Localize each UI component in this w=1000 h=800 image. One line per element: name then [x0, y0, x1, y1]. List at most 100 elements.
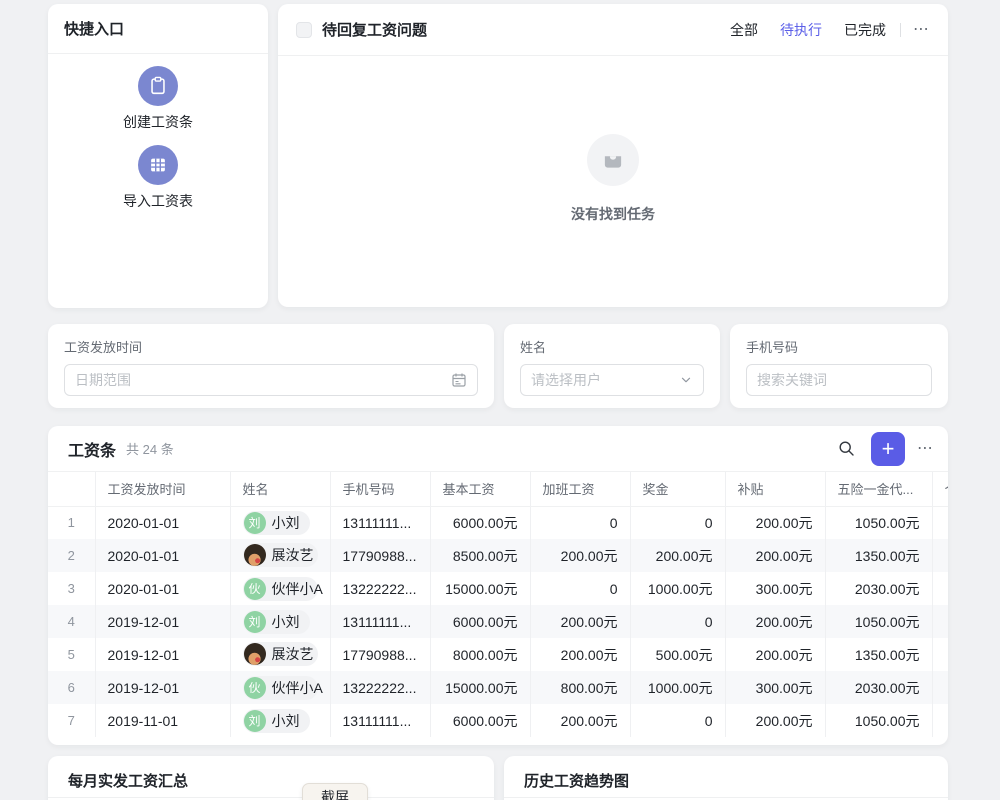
- cell-date[interactable]: 2019-11-01: [95, 704, 230, 737]
- cell-base[interactable]: 15000.00元: [430, 572, 530, 605]
- col-overtime[interactable]: 加班工资: [530, 472, 630, 506]
- tab-pending[interactable]: 待执行: [780, 20, 822, 40]
- cell-base[interactable]: 8000.00元: [430, 638, 530, 671]
- table-row[interactable]: 7 2019-11-01 刘小刘 13111111... 6000.00元 20…: [48, 704, 948, 737]
- cell-overtime[interactable]: 200.00元: [530, 638, 630, 671]
- cell-subsidy[interactable]: 200.00元: [725, 704, 825, 737]
- user-chip[interactable]: 刘小刘: [243, 511, 310, 535]
- cell-phone[interactable]: 13111111...: [330, 605, 430, 638]
- cell-date[interactable]: 2019-12-01: [95, 671, 230, 704]
- user-chip[interactable]: 伙伙伴小A: [243, 577, 318, 601]
- col-name[interactable]: 姓名: [230, 472, 330, 506]
- cell-subsidy[interactable]: 300.00元: [725, 671, 825, 704]
- cell-date[interactable]: 2020-01-01: [95, 572, 230, 605]
- tasks-checkbox[interactable]: [296, 22, 312, 38]
- cell-bonus[interactable]: 1000.00元: [630, 572, 725, 605]
- user-chip[interactable]: 刘小刘: [243, 709, 310, 733]
- cell-phone[interactable]: 17790988...: [330, 638, 430, 671]
- cell-date[interactable]: 2019-12-01: [95, 605, 230, 638]
- col-date[interactable]: 工资发放时间: [95, 472, 230, 506]
- avatar: 刘: [244, 512, 266, 534]
- more-icon[interactable]: ⋯: [913, 22, 930, 38]
- cell-insurance[interactable]: 2030.00元: [825, 671, 932, 704]
- import-salary-table-button[interactable]: 导入工资表: [48, 145, 268, 211]
- col-phone[interactable]: 手机号码: [330, 472, 430, 506]
- cell-insurance[interactable]: 1050.00元: [825, 506, 932, 539]
- cell-subsidy[interactable]: 200.00元: [725, 539, 825, 572]
- cell-date[interactable]: 2020-01-01: [95, 506, 230, 539]
- cell-name[interactable]: 展汝艺: [230, 539, 330, 572]
- table-row[interactable]: 5 2019-12-01 展汝艺 17790988... 8000.00元 20…: [48, 638, 948, 671]
- phone-search-field[interactable]: [757, 372, 921, 388]
- cell-phone[interactable]: 13111111...: [330, 704, 430, 737]
- cell-name[interactable]: 刘小刘: [230, 704, 330, 737]
- cell-bonus[interactable]: 200.00元: [630, 539, 725, 572]
- create-payslip-button[interactable]: 创建工资条: [48, 66, 268, 132]
- search-icon[interactable]: [838, 440, 855, 457]
- cell-name[interactable]: 刘小刘: [230, 506, 330, 539]
- cell-base[interactable]: 6000.00元: [430, 704, 530, 737]
- row-index: 7: [48, 704, 95, 737]
- table-row[interactable]: 2 2020-01-01 展汝艺 17790988... 8500.00元 20…: [48, 539, 948, 572]
- col-base[interactable]: 基本工资: [430, 472, 530, 506]
- table-row[interactable]: 3 2020-01-01 伙伙伴小A 13222222... 15000.00元…: [48, 572, 948, 605]
- table-row[interactable]: 4 2019-12-01 刘小刘 13111111... 6000.00元 20…: [48, 605, 948, 638]
- cell-insurance[interactable]: 1050.00元: [825, 605, 932, 638]
- cell-base[interactable]: 8500.00元: [430, 539, 530, 572]
- cell-subsidy[interactable]: 200.00元: [725, 605, 825, 638]
- user-select[interactable]: 请选择用户: [520, 364, 704, 396]
- cell-subsidy[interactable]: 200.00元: [725, 506, 825, 539]
- user-chip[interactable]: 展汝艺: [243, 642, 318, 666]
- cell-phone[interactable]: 13222222...: [330, 572, 430, 605]
- cell-base[interactable]: 15000.00元: [430, 671, 530, 704]
- cell-bonus[interactable]: 1000.00元: [630, 671, 725, 704]
- user-chip[interactable]: 展汝艺: [243, 543, 318, 567]
- cell-overtime[interactable]: 200.00元: [530, 704, 630, 737]
- table-row[interactable]: 1 2020-01-01 刘小刘 13111111... 6000.00元 0 …: [48, 506, 948, 539]
- cell-bonus[interactable]: 500.00元: [630, 638, 725, 671]
- cell-insurance[interactable]: 2030.00元: [825, 572, 932, 605]
- cell-bonus[interactable]: 0: [630, 704, 725, 737]
- col-bonus[interactable]: 奖金: [630, 472, 725, 506]
- table-row[interactable]: 6 2019-12-01 伙伙伴小A 13222222... 15000.00元…: [48, 671, 948, 704]
- date-range-input[interactable]: [64, 364, 478, 396]
- cell-overtime[interactable]: 0: [530, 506, 630, 539]
- filter-name-label: 姓名: [520, 337, 704, 356]
- calendar-icon[interactable]: [451, 372, 467, 388]
- cell-name[interactable]: 展汝艺: [230, 638, 330, 671]
- screenshot-tooltip[interactable]: 截屏: [302, 783, 368, 800]
- tab-done[interactable]: 已完成: [844, 20, 886, 40]
- cell-overtime[interactable]: 200.00元: [530, 539, 630, 572]
- user-chip[interactable]: 伙伙伴小A: [243, 676, 318, 700]
- trend-chart-title: 历史工资趋势图: [504, 756, 948, 791]
- cell-overtime[interactable]: 800.00元: [530, 671, 630, 704]
- col-insurance[interactable]: 五险一金代...: [825, 472, 932, 506]
- cell-bonus[interactable]: 0: [630, 605, 725, 638]
- payslip-more-icon[interactable]: ⋯: [917, 441, 934, 457]
- cell-subsidy[interactable]: 200.00元: [725, 638, 825, 671]
- cell-overtime[interactable]: 200.00元: [530, 605, 630, 638]
- cell-phone[interactable]: 13111111...: [330, 506, 430, 539]
- cell-name[interactable]: 刘小刘: [230, 605, 330, 638]
- payslip-card: 工资条 共 24 条 + ⋯ 工资发放时间 姓名 手机号码 基本工资: [48, 426, 948, 745]
- cell-phone[interactable]: 17790988...: [330, 539, 430, 572]
- col-subsidy[interactable]: 补贴: [725, 472, 825, 506]
- cell-insurance[interactable]: 1050.00元: [825, 704, 932, 737]
- cell-subsidy[interactable]: 300.00元: [725, 572, 825, 605]
- cell-insurance[interactable]: 1350.00元: [825, 539, 932, 572]
- cell-name[interactable]: 伙伙伴小A: [230, 572, 330, 605]
- phone-search-input[interactable]: [746, 364, 932, 396]
- cell-overtime[interactable]: 0: [530, 572, 630, 605]
- cell-bonus[interactable]: 0: [630, 506, 725, 539]
- cell-insurance[interactable]: 1350.00元: [825, 638, 932, 671]
- cell-base[interactable]: 6000.00元: [430, 506, 530, 539]
- tab-all[interactable]: 全部: [730, 20, 758, 40]
- cell-base[interactable]: 6000.00元: [430, 605, 530, 638]
- cell-name[interactable]: 伙伙伴小A: [230, 671, 330, 704]
- add-payslip-button[interactable]: +: [871, 432, 905, 466]
- cell-date[interactable]: 2019-12-01: [95, 638, 230, 671]
- cell-date[interactable]: 2020-01-01: [95, 539, 230, 572]
- user-chip[interactable]: 刘小刘: [243, 610, 310, 634]
- date-range-field[interactable]: [75, 372, 451, 388]
- cell-phone[interactable]: 13222222...: [330, 671, 430, 704]
